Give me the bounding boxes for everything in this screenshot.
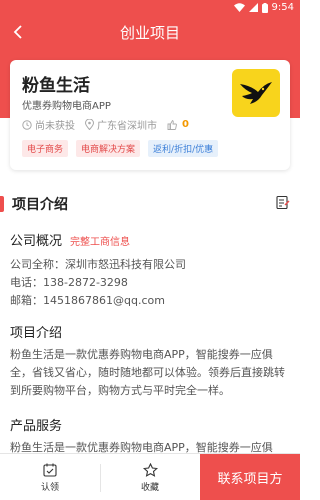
intro-title: 项目介绍 <box>10 326 63 341</box>
project-name: 粉鱼生活 <box>22 76 90 96</box>
status-bar: 9:54 <box>0 0 300 16</box>
swallow-logo-icon <box>240 82 272 104</box>
section-accent-bar <box>0 196 4 212</box>
project-subtitle: 优惠券购物电商APP <box>22 101 111 112</box>
page-title: 创业项目 <box>119 24 180 42</box>
divider <box>100 464 101 492</box>
battery-icon <box>261 2 268 13</box>
company-phone[interactable]: 电话：138-2872-3298 <box>10 274 128 290</box>
nav-bar: 创业项目 <box>0 16 300 48</box>
claim-button[interactable]: 认领 <box>20 454 80 500</box>
document-edit-icon <box>276 195 290 210</box>
like-count: 0 <box>182 119 189 130</box>
claim-label: 认领 <box>40 482 59 493</box>
intro-line: 粉鱼生活是一款优惠券购物电商APP，智能搜券一应俱 <box>10 348 273 361</box>
tag-list: 电子商务 电商解决方案 返利/折扣/优惠 <box>22 140 219 157</box>
section-header: 项目介绍 <box>0 190 300 218</box>
clock-icon <box>22 119 32 130</box>
company-overview-title: 公司概况 <box>10 234 63 249</box>
project-card: 粉鱼生活 优惠券购物电商APP 尚未获投 广东省深圳市 0 电子商务 电商解决方… <box>10 60 290 170</box>
location-pin-icon <box>85 119 94 130</box>
intro-line: 全，省钱又省心，随时随地都可以体验。领券后直接跳转 <box>10 366 285 379</box>
product-title: 产品服务 <box>10 419 63 434</box>
thumbs-up-icon <box>167 119 177 130</box>
company-email[interactable]: 邮箱：1451867861@qq.com <box>10 292 165 308</box>
report-button[interactable] <box>276 195 290 214</box>
section-title: 项目介绍 <box>12 197 68 213</box>
tag-rebate[interactable]: 返利/折扣/优惠 <box>148 140 219 157</box>
tag-ecommerce[interactable]: 电子商务 <box>22 140 69 157</box>
wifi-icon <box>233 3 245 12</box>
full-business-info-link[interactable]: 完整工商信息 <box>70 233 130 248</box>
company-overview-header: 公司概况 完整工商信息 <box>10 230 130 249</box>
project-meta: 尚未获投 广东省深圳市 0 <box>22 117 199 132</box>
signal-icon <box>248 3 258 12</box>
bottom-action-bar: 认领 收藏 联系项目方 <box>0 453 300 500</box>
status-time: 9:54 <box>271 2 294 13</box>
project-logo <box>232 69 280 117</box>
calendar-check-icon <box>43 463 57 477</box>
location-label: 广东省深圳市 <box>97 121 157 132</box>
intro-line: 到所要购物平台，购物方式与平时完全一样。 <box>10 384 230 397</box>
like-button[interactable]: 0 <box>167 119 189 130</box>
project-location: 广东省深圳市 <box>85 117 157 132</box>
intro-text: 粉鱼生活是一款优惠券购物电商APP，智能搜券一应俱 全，省钱又省心，随时随地都可… <box>10 346 292 400</box>
funding-status: 尚未获投 <box>22 117 75 132</box>
company-full-name: 公司全称：深圳市怒迅科技有限公司 <box>10 258 186 271</box>
tag-ecommerce-solution[interactable]: 电商解决方案 <box>76 140 141 157</box>
status-icons: 9:54 <box>233 2 294 13</box>
collect-label: 收藏 <box>140 482 159 493</box>
star-icon <box>142 462 158 477</box>
collect-button[interactable]: 收藏 <box>120 454 180 500</box>
contact-project-button[interactable]: 联系项目方 <box>200 454 300 500</box>
funding-label: 尚未获投 <box>35 121 75 132</box>
